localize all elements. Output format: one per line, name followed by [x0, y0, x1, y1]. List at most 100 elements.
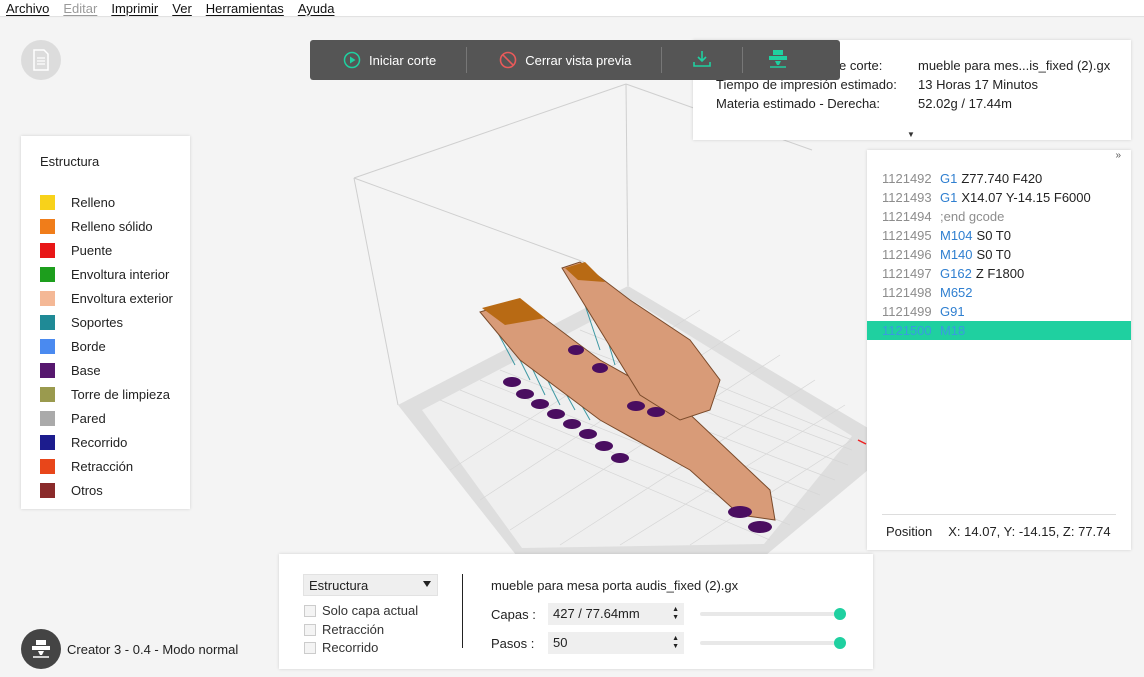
legend-swatch: [40, 458, 55, 474]
layers-label: Capas :: [491, 607, 536, 622]
printer-profile-label[interactable]: Creator 3 - 0.4 - Modo normal: [67, 642, 238, 657]
spin-arrows-icon[interactable]: ▲ ▼: [672, 635, 679, 651]
menu-imprimir[interactable]: Imprimir: [111, 1, 158, 16]
layers-slider[interactable]: [700, 608, 846, 620]
checkbox-box[interactable]: [304, 623, 316, 636]
line-number: 1121493: [882, 190, 932, 205]
send-to-printer-button[interactable]: [743, 40, 813, 80]
export-gcode-button[interactable]: [662, 40, 742, 80]
gcode-line[interactable]: 1121494 ;end gcode: [867, 207, 1131, 226]
gcode-list[interactable]: 1121492 G1 Z77.740 F420 1121493 G1 X14.07 Y-1…: [867, 169, 1131, 340]
close-preview-button[interactable]: Cerrar vista previa: [467, 40, 661, 80]
legend-item: Relleno: [40, 190, 190, 214]
gcode-line[interactable]: 1121497 G162 Z F1800: [867, 264, 1131, 283]
info-row-material: Materia estimado - Derecha: 52.02g / 17.…: [716, 96, 1131, 115]
gcode-line[interactable]: 1121492 G1 Z77.740 F420: [867, 169, 1131, 188]
view-mode-select[interactable]: Estructura: [303, 574, 438, 596]
checkbox-travel[interactable]: Recorrido: [304, 640, 378, 655]
menu-ver[interactable]: Ver: [172, 1, 192, 16]
legend-item: Pared: [40, 406, 190, 430]
legend-swatch: [40, 218, 55, 234]
line-number: 1121498: [882, 285, 932, 300]
checkbox-label: Solo capa actual: [322, 603, 419, 618]
gcode-line[interactable]: 1121495 M104 S0 T0: [867, 226, 1131, 245]
spin-arrows-icon[interactable]: ▲ ▼: [672, 606, 679, 622]
slider-handle[interactable]: [834, 637, 846, 649]
collapse-icon[interactable]: »: [1115, 150, 1121, 161]
gcode-line[interactable]: 1121493 G1 X14.07 Y-14.15 F6000: [867, 188, 1131, 207]
printer-nozzle-icon: [767, 49, 789, 72]
gcode-line[interactable]: 1121496 M140 S0 T0: [867, 245, 1131, 264]
checkbox-retraction[interactable]: Retracción: [304, 622, 384, 637]
legend-item: Relleno sólido: [40, 214, 190, 238]
info-key: Materia estimado - Derecha:: [716, 96, 881, 111]
layers-value: 427 / 77.64mm: [553, 606, 640, 621]
legend-swatch: [40, 314, 55, 330]
legend-label: Torre de limpieza: [71, 386, 170, 402]
checkbox-box[interactable]: [304, 641, 316, 654]
gcode-args: X14.07 Y-14.15 F6000: [961, 190, 1091, 205]
legend-label: Envoltura interior: [71, 266, 170, 282]
legend-label: Pared: [71, 410, 106, 426]
legend-label: Retracción: [71, 458, 134, 474]
legend-swatch: [40, 434, 55, 450]
document-icon: [33, 49, 49, 71]
start-slice-button[interactable]: Iniciar corte: [310, 40, 466, 80]
line-number: 1121494: [882, 209, 932, 224]
chevron-down-icon: [423, 581, 431, 587]
structure-legend: Estructura Relleno Relleno sólido Puente En…: [21, 136, 190, 509]
close-preview-label: Cerrar vista previa: [525, 52, 632, 68]
start-slice-label: Iniciar corte: [369, 52, 437, 68]
divider: [882, 514, 1116, 515]
legend-swatch: [40, 362, 55, 378]
legend-item: Base: [40, 358, 190, 382]
legend-label: Soportes: [71, 314, 124, 330]
checkbox-current-layer[interactable]: Solo capa actual: [304, 603, 418, 618]
gcode-line[interactable]: 1121500 M18: [867, 321, 1131, 340]
preview-controls: Estructura Solo capa actual Retracción R…: [279, 554, 873, 669]
menu-herramientas[interactable]: Herramientas: [206, 1, 284, 16]
nozzle-position: Position X: 14.07, Y: -14.15, Z: 77.74: [886, 524, 1111, 539]
gcode-command: M652: [940, 285, 973, 300]
legend-swatch: [40, 242, 55, 258]
line-number: 1121492: [882, 171, 932, 186]
gcode-line[interactable]: 1121499 G91: [867, 302, 1131, 321]
legend-item: Envoltura exterior: [40, 286, 190, 310]
slider-handle[interactable]: [834, 608, 846, 620]
legend-label: Relleno sólido: [71, 218, 153, 234]
gcode-line[interactable]: 1121498 M652: [867, 283, 1131, 302]
layers-spinbox[interactable]: 427 / 77.64mm ▲ ▼: [548, 603, 684, 625]
caret-down-icon[interactable]: ▼: [907, 130, 915, 139]
menu-bar: Archivo Editar Imprimir Ver Herramientas…: [0, 0, 1144, 17]
gcode-command: M104: [940, 228, 973, 243]
steps-value: 50: [553, 635, 568, 650]
open-file-button[interactable]: [21, 40, 61, 80]
checkbox-label: Retracción: [322, 622, 385, 637]
gcode-command: G162: [940, 266, 972, 281]
info-value: 52.02g / 17.44m: [918, 96, 1012, 111]
gcode-args: S0 T0: [976, 228, 1011, 243]
info-value: mueble para mes...is_fixed (2).gx: [918, 58, 1111, 73]
gcode-command: M140: [940, 247, 973, 262]
legend-swatch: [40, 338, 55, 354]
printer-select-button[interactable]: [21, 629, 61, 669]
checkbox-label: Recorrido: [322, 640, 379, 655]
legend-item: Puente: [40, 238, 190, 262]
steps-slider[interactable]: [700, 637, 846, 649]
menu-ayuda[interactable]: Ayuda: [298, 1, 335, 16]
line-number: 1121495: [882, 228, 932, 243]
legend-label: Envoltura exterior: [71, 290, 173, 306]
menu-editar[interactable]: Editar: [63, 1, 97, 16]
divider: [462, 574, 463, 648]
steps-spinbox[interactable]: 50 ▲ ▼: [548, 632, 684, 654]
gcode-args: Z77.740 F420: [961, 171, 1043, 186]
legend-item: Otros: [40, 478, 190, 502]
menu-archivo[interactable]: Archivo: [6, 1, 49, 16]
legend-label: Puente: [71, 242, 113, 258]
checkbox-box[interactable]: [304, 604, 316, 617]
position-label: Position: [886, 524, 933, 539]
legend-label: Borde: [71, 338, 106, 354]
gcode-comment: ;end gcode: [940, 209, 1005, 224]
prohibited-icon: [499, 51, 517, 69]
legend-item: Soportes: [40, 310, 190, 334]
